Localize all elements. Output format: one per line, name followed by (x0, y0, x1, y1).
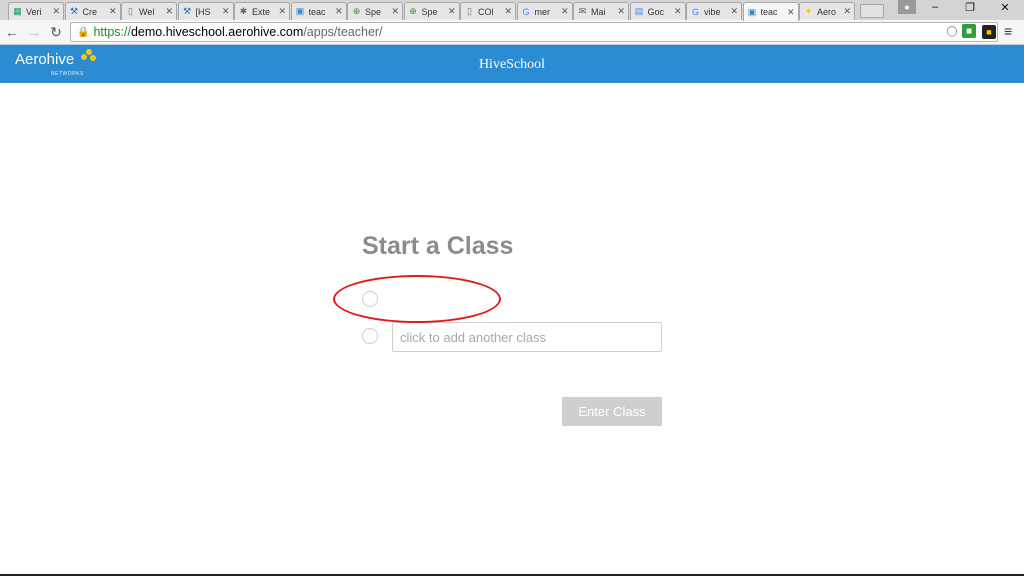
tab-label: mer (534, 6, 551, 17)
profile-icon[interactable]: ● (898, 0, 916, 14)
class-radio-add[interactable] (362, 328, 378, 344)
tab-label: vibe (704, 6, 721, 17)
tab-label: Cre (82, 6, 98, 17)
extension-icon[interactable]: ■ (962, 24, 976, 38)
close-tab-icon[interactable]: ✕ (109, 6, 117, 17)
browser-tab[interactable]: ▤ Goc ✕ (629, 2, 686, 20)
close-tab-icon[interactable]: ✕ (787, 7, 795, 18)
tab-label: Mai (591, 6, 606, 17)
close-tab-icon[interactable]: ✕ (335, 6, 343, 17)
close-tab-icon[interactable]: ✕ (52, 6, 60, 17)
browser-tab[interactable]: ⚒ Cre ✕ (64, 2, 121, 20)
globe-icon: ⊕ (409, 6, 417, 16)
globe-icon: ⊕ (352, 6, 361, 16)
menu-icon[interactable]: ≡ (1004, 23, 1012, 39)
app-title: HiveSchool (478, 57, 546, 72)
tab-label: Veri (26, 6, 42, 17)
page-icon: ▯ (467, 6, 472, 16)
sheets-icon: ▦ (13, 6, 22, 16)
browser-tab[interactable]: Gvibe ✕ (686, 2, 742, 20)
close-tab-icon[interactable]: ✕ (617, 6, 625, 17)
mail-icon: ✉ (578, 6, 587, 16)
browser-tab[interactable]: Gmer ✕ (516, 2, 573, 20)
page-icon: ▯ (128, 6, 133, 16)
tab-label: Wel (139, 6, 155, 17)
extension-icon[interactable]: ■ (982, 25, 996, 39)
browser-tab[interactable]: ▯ Wel ✕ (121, 2, 177, 20)
tab-label: [HS (195, 6, 211, 17)
browser-tab[interactable]: ⊕ Spe ✕ (403, 2, 460, 20)
puzzle-icon: ✱ (239, 6, 248, 16)
minimize-icon[interactable]: – (920, 1, 950, 13)
tab-label: teac (760, 7, 778, 17)
enter-class-button[interactable]: Enter Class (562, 397, 662, 426)
back-icon[interactable]: ← (4, 23, 20, 41)
browser-tab[interactable]: ▦ Veri ✕ (8, 2, 64, 20)
tab-label: Aero (817, 6, 837, 17)
close-tab-icon[interactable]: ✕ (448, 6, 456, 17)
browser-tab[interactable]: ⊕ Spe ✕ (347, 2, 403, 20)
aerohive-icon: ✦ (804, 6, 813, 16)
url-host: demo.hiveschool.aerohive.com (130, 25, 304, 39)
browser-tab[interactable]: ▣ teac ✕ (742, 2, 799, 21)
close-tab-icon[interactable]: ✕ (843, 6, 851, 17)
browser-tab[interactable]: ✱ Exte ✕ (234, 2, 290, 20)
google-icon: G (691, 6, 699, 17)
page-title: Start a Class (362, 232, 514, 260)
browser-tab[interactable]: ▣ teac ✕ (290, 2, 347, 20)
restore-icon[interactable]: ❐ (955, 1, 985, 14)
tab-label: Exte (252, 6, 271, 17)
close-tab-icon[interactable]: ✕ (561, 6, 569, 17)
tab-label: Spe (365, 6, 382, 17)
close-tab-icon[interactable]: ✕ (730, 6, 738, 17)
forward-icon[interactable]: → (26, 23, 42, 41)
lock-icon: 🔒 (77, 26, 90, 38)
app-icon: ▣ (295, 6, 305, 16)
close-tab-icon[interactable]: ✕ (278, 6, 286, 17)
close-tab-icon[interactable]: ✕ (222, 6, 230, 17)
browser-tab[interactable]: ✦ Aero ✕ (799, 2, 855, 20)
browser-tab-strip: ● – ❐ ✕ ▦ Veri ✕ ⚒ Cre ✕ ▯ Wel ✕ ⚒ [HS ✕ ✱ Exte ✕ ▣ teac… (0, 0, 1024, 21)
browser-tab[interactable]: ⚒ [HS ✕ (177, 2, 234, 20)
tool-icon: ⚒ (69, 6, 79, 16)
app-icon: ▣ (747, 6, 757, 17)
new-tab-button[interactable] (860, 4, 884, 18)
google-icon: G (522, 6, 530, 17)
red-annotation-ellipse (333, 275, 501, 323)
app-header: Aerohive NETWORKS HiveSchool (0, 45, 1024, 83)
reload-icon[interactable]: ↻ (48, 23, 64, 41)
browser-tab[interactable]: ▯ COl ✕ (460, 2, 516, 20)
tab-label: Goc (647, 6, 665, 17)
url-path: /apps/teacher/ (303, 25, 383, 39)
browser-toolbar: ← → ↻ 🔒 https://demo.hiveschool.aerohive… (0, 20, 1024, 45)
tab-label: teac (308, 6, 326, 17)
tab-label: COl (478, 6, 494, 17)
close-tab-icon[interactable]: ✕ (504, 6, 512, 17)
address-bar[interactable]: 🔒 https://demo.hiveschool.aerohive.com/a… (70, 22, 998, 42)
close-tab-icon[interactable]: ✕ (674, 6, 682, 17)
shield-icon[interactable]: ◯ (945, 24, 959, 38)
add-class-input[interactable] (392, 322, 662, 352)
close-tab-icon[interactable]: ✕ (165, 6, 173, 17)
close-window-icon[interactable]: ✕ (990, 1, 1020, 14)
tab-label: Spe (421, 6, 438, 17)
url-scheme: https:// (93, 25, 131, 39)
browser-tab[interactable]: ✉ Mai ✕ (573, 2, 629, 20)
close-tab-icon[interactable]: ✕ (391, 6, 399, 17)
tool-icon: ⚒ (182, 6, 192, 16)
docs-icon: ▤ (634, 6, 644, 16)
